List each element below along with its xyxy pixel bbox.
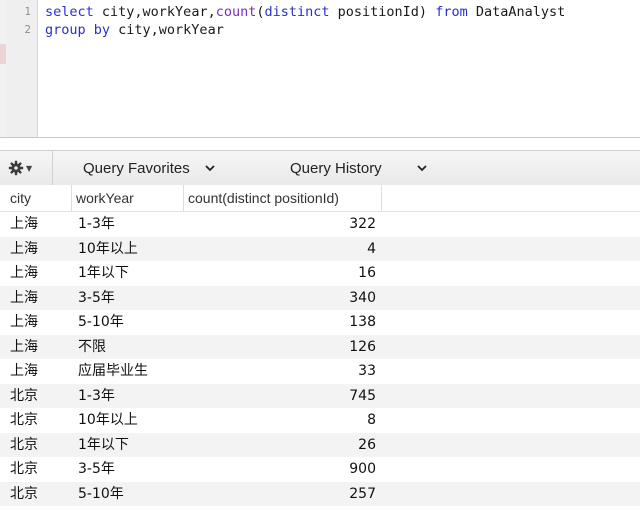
cell-count: 33: [358, 363, 376, 379]
results-table: city workYear count(distinct positionId)…: [0, 185, 640, 510]
sql-query-window: 1 2 select city,workYear,count(distinct …: [0, 0, 640, 510]
cell-workyear: 不限: [78, 338, 106, 355]
cell-workyear: 5-10年: [78, 485, 124, 502]
table-row[interactable]: 上海 应届毕业生 33: [0, 359, 640, 384]
cell-city: 上海: [10, 338, 38, 355]
line-number: 2: [24, 23, 31, 36]
query-toolbar: ▼ Query Favorites Query History: [0, 150, 640, 186]
table-row[interactable]: 北京 5-10年 257: [0, 481, 640, 506]
cell-count: 8: [367, 412, 376, 428]
code-token: from: [435, 4, 468, 20]
table-row[interactable]: 北京 10年以上 8: [0, 408, 640, 433]
cell-count: 340: [349, 289, 376, 306]
cell-city: 北京: [10, 461, 38, 477]
table-row[interactable]: 北京 1-3年 745: [0, 383, 640, 408]
code-token: positionId): [329, 4, 436, 20]
cell-count: 26: [358, 436, 376, 453]
table-row[interactable]: 上海 1-3年 322: [0, 212, 640, 237]
line-number-gutter: 1 2: [6, 0, 38, 137]
cell-workyear: 应届毕业生: [78, 363, 148, 379]
cell-count: 4: [367, 240, 376, 257]
cell-workyear: 1-3年: [78, 216, 115, 232]
cell-city: 北京: [10, 387, 38, 404]
query-history-label: Query History: [290, 159, 382, 177]
code-token: count: [215, 4, 257, 20]
cell-count: 900: [349, 461, 376, 477]
cell-city: 北京: [10, 485, 38, 502]
query-editor[interactable]: 1 2 select city,workYear,count(distinct …: [0, 0, 640, 138]
caret-down-icon: ▼: [26, 163, 33, 173]
cell-workyear: 3-5年: [78, 289, 115, 306]
table-row[interactable]: 上海 1年以下 16: [0, 261, 640, 286]
cell-count: 257: [349, 485, 376, 502]
table-row[interactable]: 上海 3-5年 340: [0, 285, 640, 310]
chevron-down-icon: [417, 165, 427, 172]
cell-city: 上海: [10, 265, 38, 281]
code-token: group by: [45, 22, 111, 38]
code-token: DataAnalyst: [467, 4, 566, 20]
cell-workyear: 10年以上: [78, 412, 138, 428]
code-token: distinct: [264, 4, 330, 20]
cell-workyear: 5-10年: [78, 314, 124, 330]
query-favorites-button[interactable]: Query Favorites: [83, 151, 216, 185]
chevron-down-icon: [205, 165, 215, 172]
code-line[interactable]: select city,workYear,count(distinct posi…: [45, 3, 565, 21]
query-favorites-label: Query Favorites: [83, 159, 190, 177]
cell-workyear: 10年以上: [78, 240, 138, 257]
query-history-button[interactable]: Query History: [290, 151, 428, 185]
cell-city: 上海: [10, 314, 38, 330]
toolbar-separator: [52, 151, 53, 185]
cell-workyear: 1年以下: [78, 436, 129, 453]
column-header-city[interactable]: city: [6, 185, 72, 211]
cell-city: 北京: [10, 436, 38, 453]
cell-workyear: 1-3年: [78, 387, 115, 404]
cell-city: 上海: [10, 289, 38, 306]
code-token: city,workYear,: [93, 4, 216, 20]
code-token: select: [45, 4, 94, 20]
cell-count: 126: [349, 338, 376, 355]
cell-count: 138: [349, 314, 376, 330]
cell-workyear: 1年以下: [78, 265, 129, 281]
code-line[interactable]: group by city,workYear: [45, 21, 224, 39]
gear-menu-button[interactable]: ▼: [8, 157, 32, 179]
table-row[interactable]: 北京 1年以下 26: [0, 432, 640, 457]
cell-count: 322: [349, 216, 376, 232]
table-row[interactable]: 上海 10年以上 4: [0, 236, 640, 261]
cell-city: 北京: [10, 412, 38, 428]
column-header-workyear[interactable]: workYear: [72, 185, 184, 211]
table-row[interactable]: 上海 不限 126: [0, 334, 640, 359]
column-header-count[interactable]: count(distinct positionId): [184, 185, 382, 211]
gear-icon: [8, 160, 24, 176]
table-row[interactable]: 上海 5-10年 138: [0, 310, 640, 335]
line-number: 1: [24, 5, 31, 18]
cell-city: 上海: [10, 216, 38, 232]
table-row[interactable]: 北京 3-5年 900: [0, 457, 640, 482]
cell-city: 上海: [10, 363, 38, 379]
cell-count: 745: [349, 387, 376, 404]
results-header: city workYear count(distinct positionId): [0, 185, 640, 212]
code-token: city,workYear: [110, 22, 224, 38]
cell-count: 16: [358, 265, 376, 281]
cell-city: 上海: [10, 240, 38, 257]
cell-workyear: 3-5年: [78, 461, 115, 477]
